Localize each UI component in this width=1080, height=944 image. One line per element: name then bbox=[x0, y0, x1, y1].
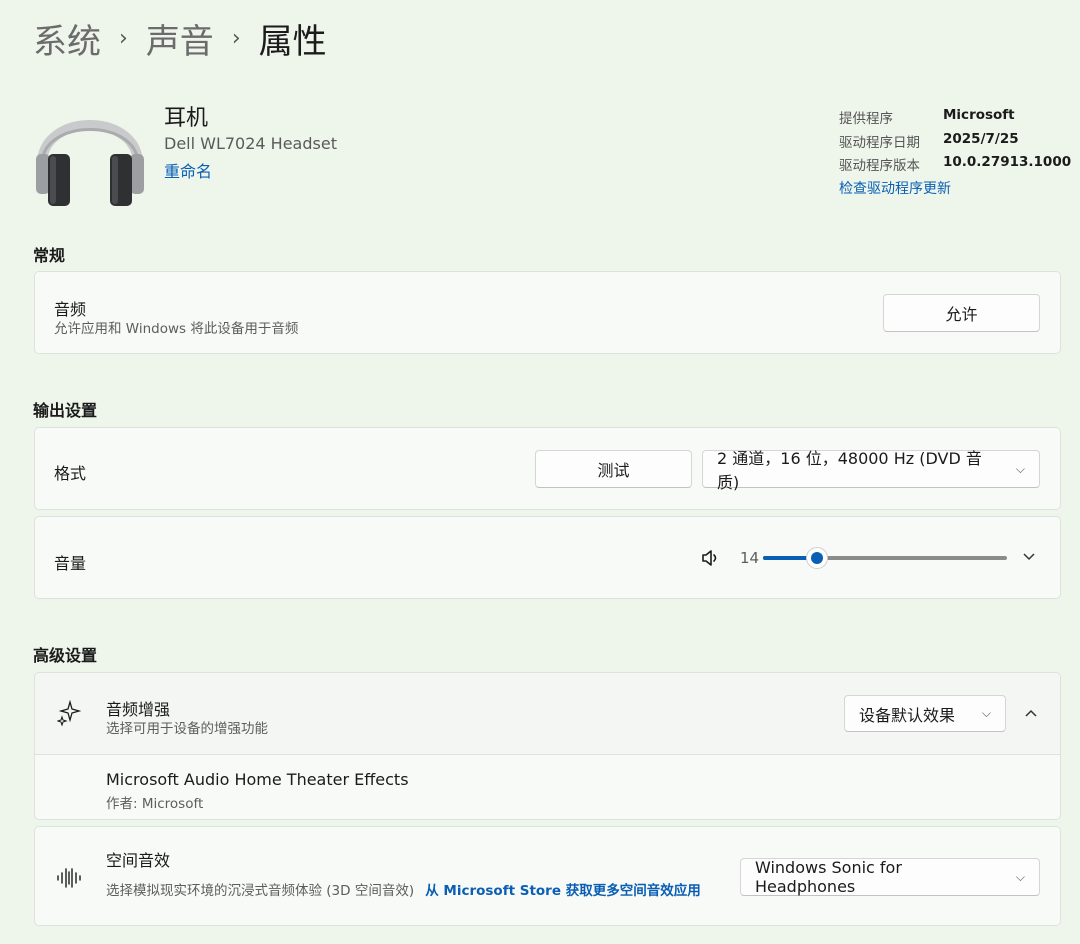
volume-value: 14 bbox=[740, 549, 760, 567]
breadcrumb-item-system[interactable]: 系统 bbox=[33, 14, 101, 63]
check-driver-update-link[interactable]: 检查驱动程序更新 bbox=[839, 178, 951, 198]
format-dropdown-value: 2 通道，16 位，48000 Hz (DVD 音质) bbox=[717, 449, 982, 492]
format-title: 格式 bbox=[54, 464, 87, 483]
chevron-up-icon[interactable] bbox=[1023, 706, 1039, 726]
driver-provider-label: 提供程序 bbox=[839, 111, 893, 127]
microsoft-store-link[interactable]: 从 Microsoft Store 获取更多空间音效应用 bbox=[425, 883, 701, 899]
section-output: 输出设置 bbox=[33, 401, 98, 420]
breadcrumb-item-sound[interactable]: 声音 bbox=[146, 14, 214, 63]
volume-card: 音量 14 bbox=[34, 516, 1061, 599]
driver-date-label: 驱动程序日期 bbox=[839, 135, 920, 151]
driver-date-value: 2025/7/25 bbox=[943, 131, 1019, 147]
spatial-dropdown[interactable]: Windows Sonic for Headphones ⌵ bbox=[740, 858, 1040, 896]
enhance-dropdown[interactable]: 设备默认效果 ⌵ bbox=[844, 695, 1006, 732]
driver-version-value: 10.0.27913.1000 bbox=[943, 154, 1072, 170]
spatial-dropdown-value: Windows Sonic for Headphones bbox=[755, 858, 902, 896]
enhance-card: 音频增强 选择可用于设备的增强功能 设备默认效果 ⌵ Microsoft Aud… bbox=[34, 672, 1061, 820]
effect-title: Microsoft Audio Home Theater Effects bbox=[106, 770, 409, 789]
enhance-header[interactable]: 音频增强 选择可用于设备的增强功能 设备默认效果 ⌵ bbox=[35, 673, 1060, 755]
spatial-title: 空间音效 bbox=[106, 851, 171, 870]
enhance-dropdown-value: 设备默认效果 bbox=[859, 705, 956, 725]
headphones-icon bbox=[32, 92, 148, 210]
volume-slider[interactable] bbox=[763, 547, 1007, 569]
format-card: 格式 测试 2 通道，16 位，48000 Hz (DVD 音质) ⌵ bbox=[34, 427, 1061, 510]
volume-slider-thumb[interactable] bbox=[806, 547, 828, 569]
spatial-card: 空间音效 选择模拟现实环境的沉浸式音频体验 (3D 空间音效) 从 Micros… bbox=[34, 826, 1061, 926]
rename-link[interactable]: 重命名 bbox=[164, 158, 212, 182]
page-title: 属性 bbox=[258, 21, 327, 62]
breadcrumb: 系统 › 声音 › 属性 bbox=[33, 14, 327, 62]
spatial-audio-icon bbox=[55, 866, 83, 890]
allow-button[interactable]: 允许 bbox=[883, 294, 1040, 332]
audio-subtitle: 允许应用和 Windows 将此设备用于音频 bbox=[54, 321, 299, 337]
enhance-subtitle: 选择可用于设备的增强功能 bbox=[106, 721, 268, 737]
volume-title: 音量 bbox=[54, 554, 87, 573]
chevron-down-icon: ⌵ bbox=[1015, 869, 1025, 884]
device-title: 耳机 bbox=[164, 106, 209, 131]
device-model: Dell WL7024 Headset bbox=[164, 134, 337, 153]
driver-provider-value: Microsoft bbox=[943, 107, 1015, 123]
sparkle-icon bbox=[56, 699, 83, 727]
chevron-down-icon: ⌵ bbox=[1015, 461, 1025, 476]
chevron-down-icon: ⌵ bbox=[981, 706, 991, 720]
audio-card: 音频 允许应用和 Windows 将此设备用于音频 允许 bbox=[34, 271, 1061, 354]
section-general: 常规 bbox=[33, 246, 66, 265]
chevron-right-icon: › bbox=[231, 25, 241, 51]
section-advanced: 高级设置 bbox=[33, 646, 98, 665]
spatial-subtitle: 选择模拟现实环境的沉浸式音频体验 (3D 空间音效) bbox=[106, 883, 415, 899]
spatial-subtitle-row: 选择模拟现实环境的沉浸式音频体验 (3D 空间音效) 从 Microsoft S… bbox=[106, 879, 701, 899]
speaker-icon[interactable] bbox=[699, 547, 721, 569]
effect-author: 作者: Microsoft bbox=[106, 796, 204, 812]
format-dropdown[interactable]: 2 通道，16 位，48000 Hz (DVD 音质) ⌵ bbox=[702, 449, 1040, 492]
test-button[interactable]: 测试 bbox=[535, 450, 692, 488]
chevron-right-icon: › bbox=[119, 25, 128, 51]
chevron-down-icon[interactable] bbox=[1021, 548, 1037, 568]
driver-version-label: 驱动程序版本 bbox=[839, 158, 920, 174]
